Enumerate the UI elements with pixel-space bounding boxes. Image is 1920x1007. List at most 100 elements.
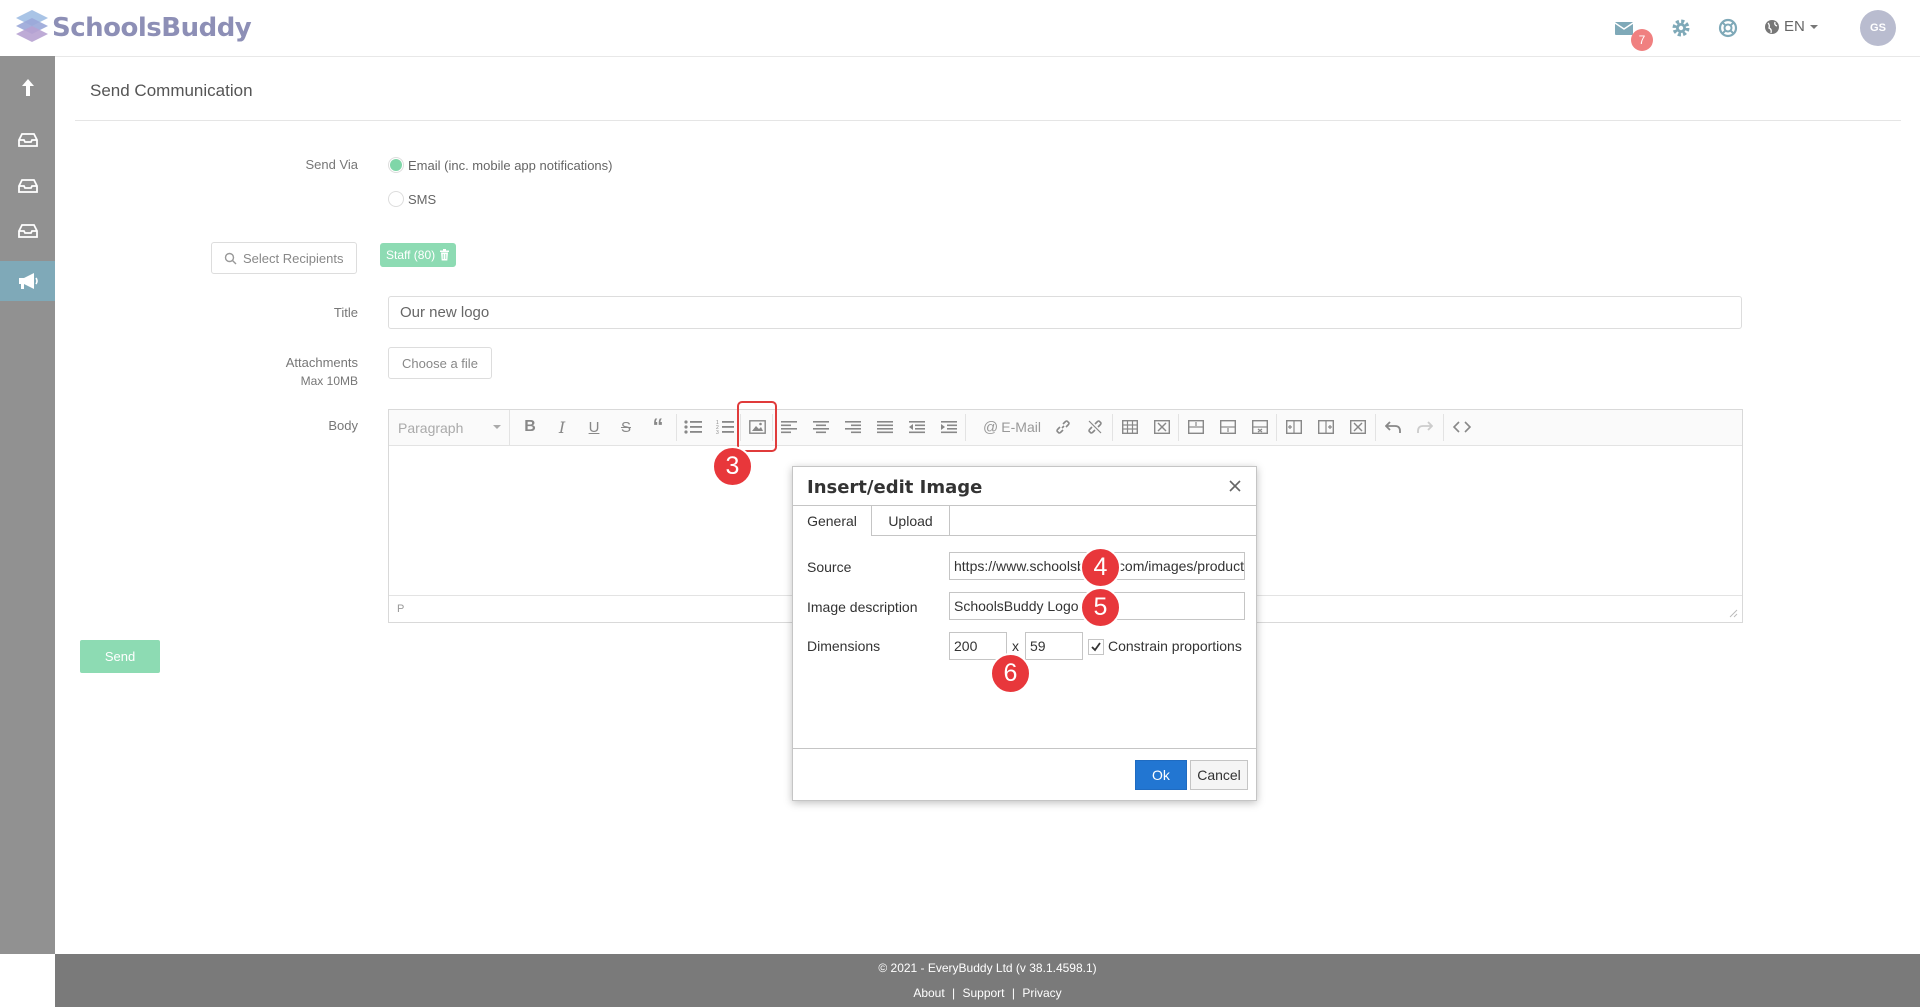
delete-row-button[interactable] xyxy=(1250,416,1270,438)
step-marker-3: 3 xyxy=(712,446,753,487)
sidebar-item-inbox-3[interactable] xyxy=(0,211,55,251)
strikethrough-icon: S xyxy=(620,418,631,436)
align-center-icon xyxy=(813,421,829,434)
tab-upload[interactable]: Upload xyxy=(872,506,950,535)
search-icon xyxy=(224,252,237,264)
toolbar-separator xyxy=(965,414,966,441)
radio-email[interactable]: Email (inc. mobile app notifications) xyxy=(388,157,612,173)
dialog-footer-divider xyxy=(793,748,1256,749)
sidebar-item-inbox-1[interactable] xyxy=(0,120,55,160)
image-button-highlight xyxy=(737,401,777,452)
cancel-button[interactable]: Cancel xyxy=(1190,760,1248,790)
indent-icon xyxy=(941,421,957,434)
unlink-button[interactable] xyxy=(1085,416,1105,438)
chevron-down-icon xyxy=(493,425,501,429)
footer-links: About | Support | Privacy xyxy=(55,986,1920,1000)
redo-button[interactable] xyxy=(1415,416,1435,438)
dimensions-label: Dimensions xyxy=(807,638,881,654)
choose-file-button[interactable]: Choose a file xyxy=(388,347,492,379)
sidebar-item-inbox-2[interactable] xyxy=(0,166,55,206)
radio-email-indicator[interactable] xyxy=(388,157,404,173)
email-button-label: E-Mail xyxy=(1001,419,1041,435)
bullet-list-button[interactable] xyxy=(682,416,704,438)
globe-icon xyxy=(1765,19,1779,34)
sidebar-item-upload[interactable] xyxy=(0,68,55,108)
gear-icon[interactable] xyxy=(1669,16,1693,40)
sidebar-item-communications[interactable] xyxy=(0,261,55,301)
bold-button[interactable]: B xyxy=(519,416,541,438)
align-center-button[interactable] xyxy=(811,416,831,438)
title-input[interactable]: Our new logo xyxy=(388,296,1742,329)
tab-general[interactable]: General xyxy=(793,506,872,536)
resize-handle-icon[interactable] xyxy=(1728,608,1738,618)
toolbar-separator xyxy=(1112,414,1113,441)
toolbar-separator xyxy=(1443,414,1444,441)
step-marker-4: 4 xyxy=(1080,547,1121,588)
avatar[interactable]: GS xyxy=(1860,10,1896,46)
outdent-button[interactable] xyxy=(907,416,927,438)
outdent-icon xyxy=(909,421,925,434)
align-left-icon xyxy=(781,421,797,434)
recipient-chip[interactable]: Staff (80) xyxy=(380,243,457,267)
col-before-button[interactable] xyxy=(1284,416,1304,438)
align-justify-button[interactable] xyxy=(875,416,895,438)
bullet-list-icon xyxy=(684,420,702,434)
unlink-icon xyxy=(1088,420,1102,434)
language-label: EN xyxy=(1784,18,1805,35)
editor-toolbar: Paragraph B I U S “ 123 @ E-Mail xyxy=(389,410,1742,446)
delete-col-button[interactable] xyxy=(1348,416,1368,438)
strikethrough-button[interactable]: S xyxy=(615,416,637,438)
dialog-close-button[interactable] xyxy=(1224,475,1246,497)
logo[interactable]: SchoolsBuddy xyxy=(14,8,252,48)
ok-button[interactable]: Ok xyxy=(1135,760,1187,790)
radio-sms[interactable]: SMS xyxy=(388,191,436,207)
send-button[interactable]: Send xyxy=(80,640,160,673)
source-code-button[interactable] xyxy=(1451,416,1473,438)
row-after-button[interactable] xyxy=(1218,416,1238,438)
language-selector[interactable]: EN xyxy=(1764,18,1819,35)
toolbar-separator xyxy=(1178,414,1179,441)
radio-sms-label: SMS xyxy=(408,191,437,207)
constrain-proportions-label: Constrain proportions xyxy=(1108,638,1242,654)
insert-link-button[interactable] xyxy=(1053,416,1073,438)
delete-table-button[interactable] xyxy=(1152,416,1172,438)
trash-icon[interactable] xyxy=(439,249,450,261)
numbered-list-button[interactable]: 123 xyxy=(714,416,736,438)
support-icon[interactable] xyxy=(1716,16,1740,40)
insert-image-dialog: Insert/edit Image General Upload Source … xyxy=(792,466,1257,801)
top-bar: SchoolsBuddy 7 EN GS xyxy=(0,0,1920,57)
bold-icon: B xyxy=(524,418,536,435)
align-left-button[interactable] xyxy=(779,416,799,438)
quote-icon: “ xyxy=(652,414,664,439)
italic-button[interactable]: I xyxy=(551,416,573,438)
close-icon xyxy=(1229,480,1241,492)
row-insert-before-icon xyxy=(1188,420,1204,434)
block-format-label: Paragraph xyxy=(398,419,464,436)
align-right-button[interactable] xyxy=(843,416,863,438)
image-description-label: Image description xyxy=(807,599,918,615)
underline-button[interactable]: U xyxy=(583,416,605,438)
select-recipients-button[interactable]: Select Recipients xyxy=(211,242,357,274)
insert-table-button[interactable] xyxy=(1120,416,1140,438)
inbox-icon xyxy=(17,179,38,193)
title-label: Title xyxy=(333,305,358,320)
footer-copyright: © 2021 - EveryBuddy Ltd (v 38.1.4598.1) xyxy=(878,961,1097,975)
indent-button[interactable] xyxy=(939,416,959,438)
block-format-select[interactable]: Paragraph xyxy=(390,410,510,445)
row-before-button[interactable] xyxy=(1186,416,1206,438)
height-input[interactable]: 59 xyxy=(1025,632,1083,660)
notification-badge: 7 xyxy=(1631,29,1653,51)
footer-link-about[interactable]: About xyxy=(913,986,944,1000)
upload-icon xyxy=(21,79,34,96)
element-path[interactable]: P xyxy=(397,603,404,615)
constrain-proportions-checkbox[interactable] xyxy=(1088,639,1104,655)
footer-link-support[interactable]: Support xyxy=(962,986,1004,1000)
email-button[interactable]: @ E-Mail xyxy=(981,416,1043,438)
toolbar-separator xyxy=(1276,414,1277,441)
checkmark-icon xyxy=(1091,642,1101,652)
col-after-button[interactable] xyxy=(1316,416,1336,438)
blockquote-button[interactable]: “ xyxy=(647,414,669,439)
radio-sms-indicator[interactable] xyxy=(388,191,404,207)
footer-link-privacy[interactable]: Privacy xyxy=(1022,986,1061,1000)
undo-button[interactable] xyxy=(1383,416,1403,438)
